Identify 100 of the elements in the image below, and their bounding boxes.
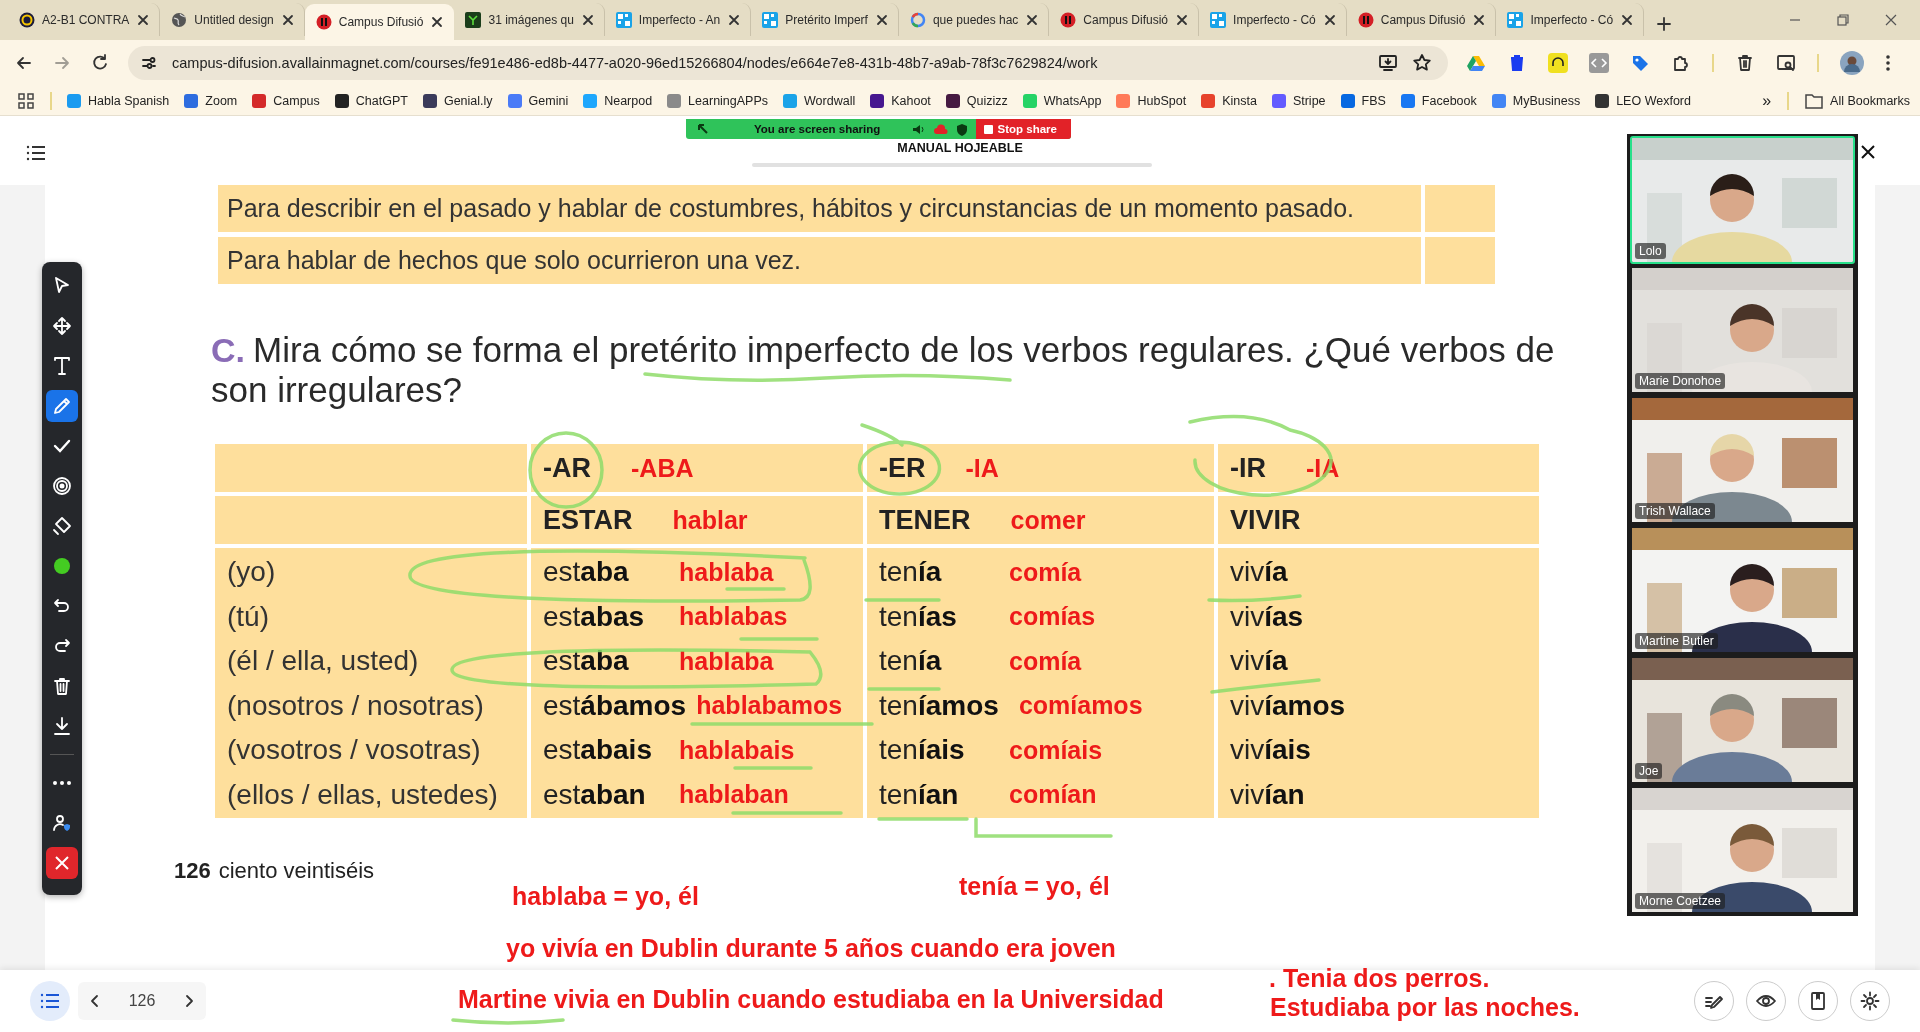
bookmark[interactable]: HubSpot [1116, 93, 1187, 108]
browser-tab[interactable]: Pretérito Imperf [751, 3, 899, 36]
verb-form: estaban [543, 778, 647, 811]
handwritten-note: hablaban [679, 780, 789, 810]
handwritten-note: comíamos [1018, 691, 1143, 721]
participant-name: Marie Donohoe [1635, 373, 1726, 389]
bookmark[interactable]: WhatsApp [1022, 93, 1102, 108]
handwritten-note: comer [1010, 505, 1086, 535]
pronoun-label: (vosotros / vosotras) [227, 734, 481, 767]
share-status: You are screen sharing [754, 123, 881, 135]
browser-tab[interactable]: Imperfecto - Có [1496, 3, 1645, 36]
browser-tab[interactable]: Campus Difusió [1346, 3, 1497, 36]
handwritten-note: hablabais [679, 735, 795, 765]
bookmark[interactable]: Campus [252, 93, 320, 108]
verb-form: tenía [879, 556, 943, 589]
verb-form: vivían [1230, 778, 1305, 811]
verb-form: vivía [1230, 645, 1288, 678]
handwritten-note: hablaba = yo, él [512, 882, 699, 911]
handwritten-note: hablaba [679, 557, 774, 587]
bookmark[interactable]: Kahoot [870, 93, 931, 108]
address-field[interactable]: campus-difusion.avallainmagnet.com/courses/fe91e486-ed8b-4477-a020-96ed15266804/nodes/e664e7e8-431b-48b7-a9ab-78f3c7629824/work [128, 46, 1448, 80]
table-cell: Para hablar de hechos que solo ocurrieron una vez. [218, 237, 1421, 284]
handwritten-note: -IA [965, 453, 999, 483]
verb-form: tenían [879, 778, 960, 811]
verb-form: estabais [543, 734, 653, 767]
exercise-text: son irregulares? [211, 370, 462, 409]
bookmark[interactable]: Wordwall [783, 93, 856, 108]
bookmark[interactable]: Quizizz [945, 93, 1008, 108]
video-tile[interactable]: Trish Wallace [1630, 396, 1855, 524]
bookmark[interactable]: LEO Wexford [1595, 93, 1691, 108]
browser-tab[interactable]: A2-B1 CONTRA [8, 3, 161, 36]
browser-tab[interactable]: Campus Difusió [304, 4, 455, 40]
browser-tab[interactable]: Untitled design [160, 3, 305, 36]
verb-form: vivías [1230, 600, 1304, 633]
pronoun-label: (él / ella, usted) [227, 645, 419, 678]
verb-form: vivíamos [1230, 689, 1346, 722]
handwritten-note: hablar [672, 505, 748, 535]
bookmark[interactable]: Stripe [1271, 93, 1326, 108]
bookmark[interactable]: Nearpod [583, 93, 653, 108]
exercise-text: Mira cómo se forma el pretérito imperfecto de los verbos regulares. ¿Qué verbos de [253, 330, 1555, 370]
participant-name: Lolo [1635, 243, 1666, 259]
browser-tab[interactable]: que puedes hac [898, 3, 1050, 36]
handwritten-note: hablabas [679, 602, 788, 632]
video-tile[interactable]: Lolo [1630, 136, 1855, 264]
pronoun-label: (ellos / ellas, ustedes) [227, 778, 498, 811]
bookmark[interactable]: Gemini [507, 93, 569, 108]
verb-form: estaba [543, 556, 630, 589]
browser-tab[interactable]: 31 imágenes qu [454, 3, 605, 36]
verb-form: estábamos [543, 689, 687, 722]
bookmark[interactable]: Genial.ly [422, 93, 493, 108]
exercise-letter: C. [211, 331, 245, 370]
stop-share-button[interactable]: Stop share [975, 119, 1071, 139]
pronoun-label: (yo) [227, 556, 276, 589]
pronoun-label: (nosotros / nosotras) [227, 689, 484, 722]
table-cell: Para describir en el pasado y hablar de costumbres, hábitos y circunstancias de un momento pasado. [218, 185, 1421, 232]
viewer-title: MANUAL HOJEABLE [896, 141, 1024, 155]
bookmark[interactable]: MyBusiness [1491, 93, 1581, 108]
ending-label: -ER [879, 452, 926, 484]
bookmark[interactable]: Habla Spanish [67, 93, 170, 108]
page-number: 126 [174, 858, 211, 884]
bookmark[interactable]: Kinsta [1201, 93, 1257, 108]
video-tile[interactable]: Martine Butler [1630, 526, 1855, 654]
handwritten-note: -ABA [631, 453, 694, 483]
browser-tab[interactable]: Imperfecto - Có [1199, 3, 1347, 36]
handwritten-note: . Tenia dos perros. [1269, 964, 1490, 993]
verb-form: vivíais [1230, 734, 1311, 767]
bookmark[interactable]: FBS [1340, 93, 1386, 108]
handwritten-note: comíais [1009, 735, 1103, 765]
bookmark[interactable]: Facebook [1400, 93, 1477, 108]
verb-form: estaba [543, 645, 630, 678]
handwritten-note: yo vivía en Dublin durante 5 años cuando era joven [506, 934, 1116, 963]
handwritten-note: hablabamos [696, 691, 843, 721]
more-bookmarks-button[interactable]: » [1762, 91, 1772, 110]
handwritten-note: comías [1009, 602, 1096, 632]
handwritten-note: -IA [1306, 453, 1340, 483]
bookmark-folder[interactable]: All Bookmarks [1805, 92, 1910, 109]
video-tile[interactable]: Joe [1630, 656, 1855, 784]
browser-tab[interactable]: Campus Difusió [1049, 3, 1200, 36]
verb-heading: ESTAR [543, 504, 633, 536]
participant-name: Joe [1635, 763, 1663, 779]
verb-form: estabas [543, 600, 646, 633]
handwritten-note: hablaba [679, 646, 774, 676]
verb-form: tenías [879, 600, 958, 633]
ending-label: -AR [543, 452, 591, 484]
video-tile[interactable]: Marie Donohoe [1630, 266, 1855, 394]
handwritten-note: tenía = yo, él [959, 872, 1110, 901]
browser-tab[interactable]: Imperfecto - An [604, 3, 752, 36]
pronoun-label: (tú) [227, 600, 269, 633]
verb-form: vivía [1230, 556, 1288, 589]
handwritten-note: Estudiaba por las noches. [1270, 993, 1580, 1022]
handwritten-note: comían [1009, 780, 1097, 810]
bookmark[interactable]: Zoom [184, 93, 238, 108]
verb-heading: TENER [879, 504, 971, 536]
handwritten-note: Martine vivia en Dublin cuando estudiaba en la Universidad [458, 985, 1164, 1014]
bookmark[interactable]: LearningAPPs [667, 93, 769, 108]
video-tile[interactable]: Morne Coetzee [1630, 786, 1855, 914]
page-words: ciento veintiséis [218, 858, 375, 884]
bookmark[interactable]: ChatGPT [334, 93, 408, 108]
participant-name: Martine Butler [1635, 633, 1718, 649]
participant-name: Morne Coetzee [1635, 893, 1726, 909]
